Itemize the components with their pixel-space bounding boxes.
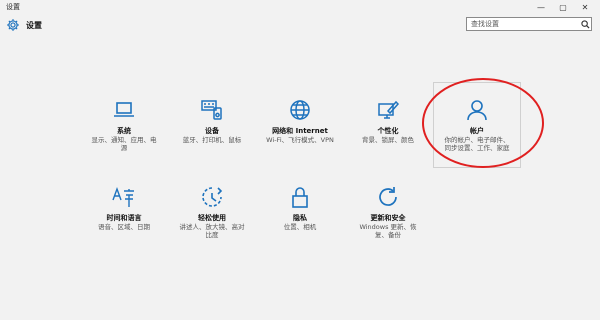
update-icon	[379, 187, 397, 206]
tile-description: 显示、通知、应用、电源	[91, 136, 157, 152]
tile-label: 更新和安全	[370, 214, 406, 222]
tile-accounts[interactable]: 帐户 你的帐户、电子邮件、同步设置、工作、家庭	[435, 98, 519, 182]
tile-description: 语音、区域、日期	[98, 223, 150, 231]
tile-label: 帐户	[470, 127, 484, 135]
tile-label: 网络和 Internet	[272, 127, 328, 135]
tile-personalization[interactable]: 个性化 背景、锁屏、颜色	[346, 98, 430, 182]
window-title: 设置	[6, 3, 20, 11]
maximize-button[interactable]: ▢	[552, 0, 574, 14]
tile-description: 背景、锁屏、颜色	[362, 136, 414, 144]
tile-description: 位置、相机	[283, 223, 317, 231]
tile-label: 设备	[205, 127, 219, 135]
minimize-button[interactable]: —	[530, 0, 552, 14]
tile-label: 轻松使用	[198, 214, 226, 222]
personalization-icon	[378, 100, 400, 119]
search-box[interactable]	[466, 17, 592, 31]
search-icon[interactable]	[579, 18, 591, 30]
tile-description: 蓝牙、打印机、鼠标	[182, 136, 242, 144]
window-controls: — ▢ ✕	[530, 0, 596, 14]
tile-description: 你的帐户、电子邮件、同步设置、工作、家庭	[444, 136, 510, 152]
tile-label: 系统	[117, 127, 131, 135]
gear-icon	[7, 19, 19, 31]
time-language-icon	[112, 186, 134, 207]
tile-system[interactable]: 系统 显示、通知、应用、电源	[82, 98, 166, 182]
globe-icon	[290, 100, 310, 120]
lock-icon	[292, 187, 308, 208]
tile-network[interactable]: 网络和 Internet Wi-Fi、飞行模式、VPN	[258, 98, 342, 182]
laptop-icon	[114, 102, 134, 117]
window-titlebar: 设置 — ▢ ✕	[0, 0, 600, 14]
tile-label: 时间和语言	[106, 214, 142, 222]
search-input[interactable]	[467, 18, 579, 30]
devices-icon	[201, 100, 222, 120]
tile-label: 个性化	[377, 127, 399, 135]
tile-description: Windows 更新、恢复、备份	[359, 223, 417, 239]
person-icon	[467, 100, 487, 121]
tile-update-security[interactable]: 更新和安全 Windows 更新、恢复、备份	[346, 185, 430, 269]
tile-time-language[interactable]: 时间和语言 语音、区域、日期	[82, 185, 166, 269]
tile-privacy[interactable]: 隐私 位置、相机	[258, 185, 342, 269]
tile-label: 隐私	[293, 214, 307, 222]
ease-of-access-icon	[202, 187, 223, 207]
tile-description: 讲述人、放大镜、高对比度	[179, 223, 245, 239]
page-title: 设置	[26, 21, 42, 30]
close-button[interactable]: ✕	[574, 0, 596, 14]
tile-ease-of-access[interactable]: 轻松使用 讲述人、放大镜、高对比度	[170, 185, 254, 269]
tile-description: Wi-Fi、飞行模式、VPN	[266, 136, 334, 144]
tile-devices[interactable]: 设备 蓝牙、打印机、鼠标	[170, 98, 254, 182]
